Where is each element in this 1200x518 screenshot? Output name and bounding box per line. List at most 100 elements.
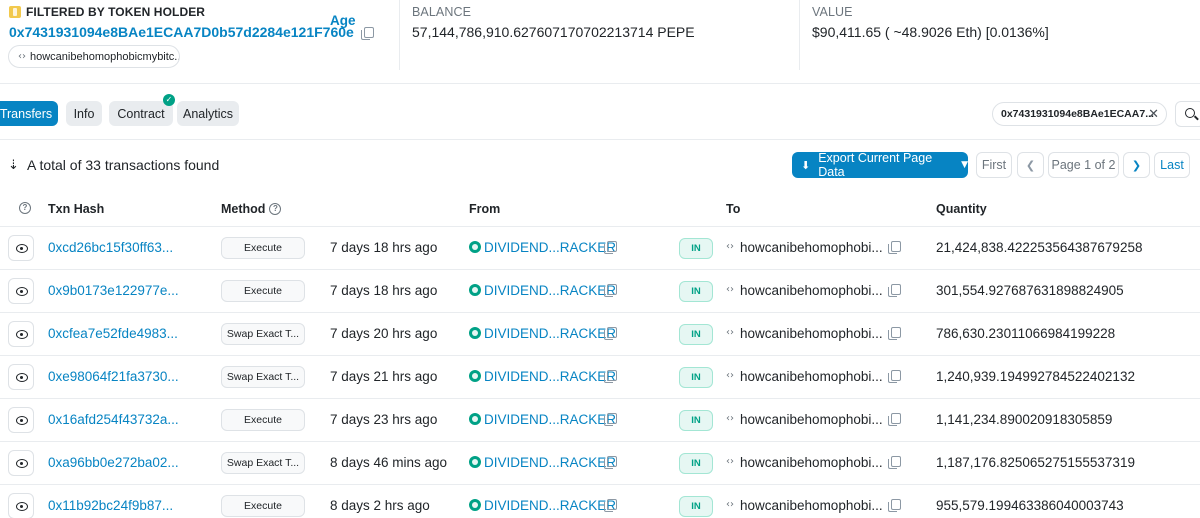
- copy-icon[interactable]: [604, 456, 617, 469]
- th-from: From: [469, 202, 500, 216]
- address-filter-pill[interactable]: 0x7431931094e8BAe1ECAA7... ✕: [992, 102, 1167, 126]
- copy-icon[interactable]: [888, 499, 901, 512]
- from-address-link[interactable]: DIVIDEND...RACKER: [484, 326, 616, 341]
- txn-hash-link[interactable]: 0xcfea7e52fde4983...: [48, 326, 178, 341]
- copy-icon[interactable]: [360, 26, 374, 40]
- quantity-value: 301,554.927687631898824905: [936, 283, 1124, 298]
- th-age-label: Age: [330, 13, 356, 28]
- sort-icon[interactable]: ⇣: [8, 158, 19, 173]
- pepe-coin-icon: [9, 6, 21, 18]
- export-button[interactable]: ⬇ Export Current Page Data ▼: [792, 151, 968, 179]
- pagination-prev[interactable]: ❮: [1017, 152, 1044, 178]
- txn-hash-link[interactable]: 0x9b0173e122977e...: [48, 283, 179, 298]
- copy-icon[interactable]: [604, 284, 617, 297]
- tab-analytics-label: Analytics: [182, 106, 234, 121]
- copy-icon[interactable]: [888, 370, 901, 383]
- pagination-next[interactable]: ❯: [1123, 152, 1150, 178]
- eye-icon[interactable]: [8, 493, 34, 518]
- question-circle-icon[interactable]: ?: [269, 203, 282, 215]
- th-txn-hash: Txn Hash: [48, 202, 104, 216]
- holder-name-tag[interactable]: ‹› howcanibehomophobicmybitc...: [8, 45, 180, 68]
- search-icon[interactable]: [1175, 101, 1200, 127]
- th-age[interactable]: Age: [330, 13, 356, 28]
- th-info: ?: [15, 202, 31, 214]
- txn-age: 7 days 18 hrs ago: [330, 240, 438, 255]
- copy-icon[interactable]: [888, 241, 901, 254]
- txn-hash-link[interactable]: 0x11b92bc24f9b87...: [48, 498, 173, 513]
- copy-icon[interactable]: [888, 327, 901, 340]
- txn-hash-link[interactable]: 0xcd26bc15f30ff63...: [48, 240, 173, 255]
- dividend-tracker-icon: [469, 456, 481, 468]
- export-button-label: Export Current Page Data: [818, 151, 933, 179]
- method-badge: Execute: [221, 237, 305, 259]
- txn-age: 7 days 21 hrs ago: [330, 369, 438, 384]
- eye-icon[interactable]: [8, 364, 34, 390]
- dividend-tracker-icon: [469, 241, 481, 253]
- eye-icon[interactable]: [8, 321, 34, 347]
- eye-icon[interactable]: [8, 278, 34, 304]
- txn-age: 7 days 20 hrs ago: [330, 326, 438, 341]
- question-circle-icon[interactable]: ?: [19, 202, 31, 214]
- table-row: 0xcd26bc15f30ff63... Execute 7 days 18 hrs…: [0, 227, 1200, 270]
- tab-info[interactable]: Info: [66, 101, 102, 126]
- copy-icon[interactable]: [604, 327, 617, 340]
- method-badge: Swap Exact T...: [221, 323, 305, 345]
- txn-age: 7 days 23 hrs ago: [330, 412, 438, 427]
- from-address-link[interactable]: DIVIDEND...RACKER: [484, 455, 616, 470]
- direction-badge: IN: [679, 496, 713, 517]
- pagination-last[interactable]: Last: [1154, 152, 1190, 178]
- eye-icon[interactable]: [8, 407, 34, 433]
- quantity-value: 786,630.23011066984199228: [936, 326, 1116, 341]
- contract-code-icon: ‹›: [726, 499, 734, 510]
- quantity-value: 1,240,939.194992784522402132: [936, 369, 1135, 384]
- dividend-tracker-icon: [469, 284, 481, 296]
- contract-code-icon: ‹›: [18, 51, 26, 62]
- table-row: 0xa96bb0e272ba02... Swap Exact T... 8 days…: [0, 442, 1200, 485]
- method-badge: Swap Exact T...: [221, 366, 305, 388]
- txn-hash-link[interactable]: 0x16afd254f43732a...: [48, 412, 179, 427]
- pagination-last-label: Last: [1160, 158, 1184, 172]
- close-icon[interactable]: ✕: [1148, 107, 1159, 122]
- to-address: howcanibehomophobi...: [740, 283, 883, 298]
- from-address-link[interactable]: DIVIDEND...RACKER: [484, 498, 616, 513]
- filter-label: FILTERED BY TOKEN HOLDER: [9, 5, 205, 19]
- balance-value: 57,144,786,910.627607170702213714 PEPE: [412, 24, 695, 40]
- chevron-left-icon: ❮: [1025, 158, 1036, 172]
- txn-age: 8 days 2 hrs ago: [330, 498, 430, 513]
- from-address-link[interactable]: DIVIDEND...RACKER: [484, 369, 616, 384]
- th-from-label: From: [469, 202, 501, 216]
- chevron-down-icon: ▼: [961, 160, 968, 170]
- from-address-link[interactable]: DIVIDEND...RACKER: [484, 412, 616, 427]
- holder-address-link[interactable]: 0x7431931094e8BAe1ECAA7D0b57d2284e121F76…: [9, 24, 354, 40]
- copy-icon[interactable]: [888, 456, 901, 469]
- check-circle-icon: ✓: [163, 94, 175, 106]
- eye-icon[interactable]: [8, 450, 34, 476]
- txn-hash-link[interactable]: 0xe98064f21fa3730...: [48, 369, 179, 384]
- pagination-first[interactable]: First: [976, 152, 1012, 178]
- to-address: howcanibehomophobi...: [740, 412, 883, 427]
- pagination-info: Page 1 of 2: [1048, 152, 1119, 178]
- txn-hash-link[interactable]: 0xa96bb0e272ba02...: [48, 455, 179, 470]
- tab-contract[interactable]: Contract ✓: [109, 94, 175, 126]
- tab-transfers[interactable]: Transfers: [0, 101, 58, 126]
- copy-icon[interactable]: [604, 413, 617, 426]
- copy-icon[interactable]: [888, 284, 901, 297]
- dividend-tracker-icon: [469, 327, 481, 339]
- download-icon: ⬇: [801, 158, 811, 172]
- eye-icon[interactable]: [8, 235, 34, 261]
- copy-icon[interactable]: [604, 499, 617, 512]
- from-address-link[interactable]: DIVIDEND...RACKER: [484, 240, 616, 255]
- from-address-link[interactable]: DIVIDEND...RACKER: [484, 283, 616, 298]
- th-txn-hash-label: Txn Hash: [48, 202, 105, 216]
- copy-icon[interactable]: [604, 241, 617, 254]
- balance-label: BALANCE: [412, 5, 472, 19]
- direction-badge: IN: [679, 238, 713, 259]
- to-address: howcanibehomophobi...: [740, 240, 883, 255]
- value-amount: $90,411.65 ( ~48.9026 Eth) [0.0136%]: [812, 24, 1049, 40]
- tab-analytics[interactable]: Analytics: [177, 101, 239, 126]
- contract-code-icon: ‹›: [726, 241, 734, 252]
- quantity-value: 1,187,176.825065275155537319: [936, 455, 1135, 470]
- copy-icon[interactable]: [604, 370, 617, 383]
- copy-icon[interactable]: [888, 413, 901, 426]
- method-badge: Execute: [221, 280, 305, 302]
